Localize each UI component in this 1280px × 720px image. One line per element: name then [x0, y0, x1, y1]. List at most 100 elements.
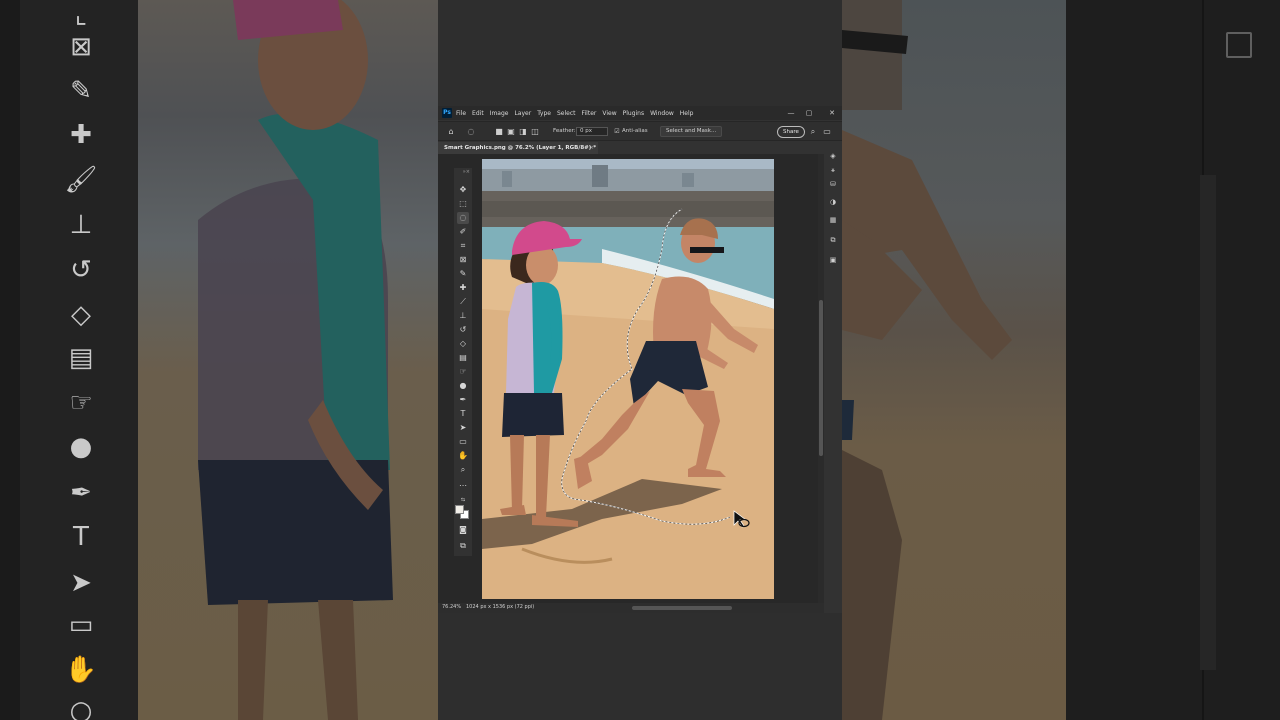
- layers-panel-icon: [1226, 32, 1252, 58]
- marquee-icon[interactable]: ⬚: [457, 198, 469, 210]
- photoshop-logo: Ps: [442, 108, 452, 118]
- brush-icon: 🖌: [64, 165, 98, 195]
- stamp-icon: ⊥: [69, 210, 93, 240]
- top-padding: [438, 0, 842, 106]
- document-dimensions: 1024 px x 1536 px (72 ppi): [466, 604, 535, 610]
- close-tab-icon[interactable]: ×: [589, 142, 594, 154]
- background-zoom-left: ⌞ ⊠ ✎ ✚ 🖌 ⊥ ↺ ◇ ▤ ☞ ● ✒ T ➤ ▭ ✋ ○: [0, 0, 438, 720]
- zoomed-photo-left: [138, 0, 438, 720]
- menu-image[interactable]: Image: [490, 110, 509, 117]
- smudge-icon: ☞: [69, 388, 93, 418]
- document-tab[interactable]: Smart Graphics.png @ 76.2% (Layer 1, RGB…: [438, 142, 598, 154]
- feather-label: Feather:: [553, 128, 576, 134]
- color-swatches[interactable]: [455, 505, 471, 521]
- home-icon[interactable]: ⌂: [446, 126, 456, 137]
- hand-icon[interactable]: ✋: [457, 450, 469, 462]
- libraries-icon[interactable]: ▦: [827, 214, 839, 226]
- frame-icon[interactable]: ⊠: [457, 254, 469, 266]
- quick-mask-icon[interactable]: ◙: [457, 524, 469, 536]
- intersect-selection-icon[interactable]: ◫: [530, 126, 540, 137]
- crop-icon[interactable]: ⌗: [457, 240, 469, 252]
- menu-filter[interactable]: Filter: [582, 110, 597, 117]
- smudge-icon[interactable]: ☞: [457, 366, 469, 378]
- lasso-icon[interactable]: ◌: [457, 212, 469, 224]
- menu-plugins[interactable]: Plugins: [623, 110, 645, 117]
- image-icon[interactable]: ▣: [827, 254, 839, 266]
- quick-select-icon[interactable]: ✐: [457, 226, 469, 238]
- menu-items: File Edit Image Layer Type Select Filter…: [456, 110, 699, 117]
- tools-panel-header[interactable]: »×: [454, 168, 472, 176]
- menu-bar: Ps File Edit Image Layer Type Select Fil…: [438, 106, 842, 120]
- rectangle-icon: ▭: [68, 610, 94, 640]
- document-canvas[interactable]: [482, 159, 774, 599]
- zoomed-photo-right: [842, 0, 1066, 720]
- layers-icon[interactable]: ◈: [827, 150, 839, 162]
- gradient-icon[interactable]: ▤: [457, 352, 469, 364]
- pen-icon[interactable]: ✒: [457, 394, 469, 406]
- feather-input[interactable]: 0 px: [576, 127, 608, 136]
- frame-tool-icon: ⊠: [70, 32, 92, 62]
- menu-file[interactable]: File: [456, 110, 466, 117]
- status-bar: 76.24% 1024 px x 1536 px (72 ppi): [438, 603, 824, 613]
- options-bar: ⌂ ◌ ■ ▣ ◨ ◫ Feather: 0 px ☑ Anti-alias S…: [438, 121, 842, 141]
- menu-window[interactable]: Window: [650, 110, 674, 117]
- horizontal-scroll-thumb[interactable]: [632, 606, 732, 610]
- girl-silhouette: [198, 0, 393, 720]
- zoom-icon[interactable]: ⌕: [457, 464, 469, 476]
- menu-edit[interactable]: Edit: [472, 110, 484, 117]
- dodge-icon: ●: [69, 432, 93, 462]
- minimize-button[interactable]: —: [784, 106, 798, 120]
- screen-mode-icon[interactable]: ⧉: [457, 540, 469, 552]
- hand-icon: ✋: [64, 655, 98, 685]
- gradient-icon: ▤: [68, 343, 94, 373]
- menu-help[interactable]: Help: [680, 110, 694, 117]
- eraser-icon: ◇: [71, 300, 91, 330]
- brush-icon[interactable]: ⟋: [457, 296, 469, 308]
- subtract-selection-icon[interactable]: ◨: [518, 126, 528, 137]
- workspace-icon[interactable]: ▭: [822, 126, 832, 137]
- channels-icon[interactable]: ⧉: [827, 234, 839, 246]
- type-icon[interactable]: T: [457, 408, 469, 420]
- history-brush-icon[interactable]: ↺: [457, 324, 469, 336]
- add-selection-icon[interactable]: ▣: [506, 126, 516, 137]
- rectangle-icon[interactable]: ▭: [457, 436, 469, 448]
- eyedropper-icon: ✎: [70, 76, 92, 106]
- antialias-label: Anti-alias: [622, 128, 648, 134]
- zoom-level[interactable]: 76.24%: [442, 604, 461, 610]
- adjustments-icon[interactable]: ⚹: [827, 164, 839, 176]
- more-icon[interactable]: ⋯: [457, 480, 469, 492]
- right-panel-icons: ◈ ⚹ ⛁ ◑ ▦ ⧉ ▣: [824, 148, 842, 273]
- beach-photo: [482, 159, 774, 599]
- menu-select[interactable]: Select: [557, 110, 576, 117]
- antialias-checkbox-icon[interactable]: ☑: [612, 126, 622, 137]
- menu-view[interactable]: View: [602, 110, 616, 117]
- eraser-icon[interactable]: ◇: [457, 338, 469, 350]
- move-icon[interactable]: ✥: [457, 184, 469, 196]
- new-selection-icon[interactable]: ■: [494, 126, 504, 137]
- dodge-icon[interactable]: ●: [457, 380, 469, 392]
- pen-icon: ✒: [70, 478, 92, 508]
- document-tab-title: Smart Graphics.png @ 76.2% (Layer 1, RGB…: [444, 145, 597, 151]
- vertical-scroll-thumb[interactable]: [819, 300, 823, 456]
- stamp-icon[interactable]: ⊥: [457, 310, 469, 322]
- menu-layer[interactable]: Layer: [514, 110, 531, 117]
- history-brush-icon: ↺: [70, 255, 92, 285]
- lasso-preset-icon[interactable]: ◌: [466, 126, 476, 137]
- type-icon: T: [73, 522, 89, 552]
- background-zoom-right: [842, 0, 1280, 720]
- zoom-icon: ○: [69, 696, 93, 720]
- menu-type[interactable]: Type: [537, 110, 551, 117]
- select-and-mask-button[interactable]: Select and Mask...: [660, 126, 723, 137]
- properties-icon[interactable]: ⛁: [827, 178, 839, 190]
- healing-icon[interactable]: ✚: [457, 282, 469, 294]
- search-icon[interactable]: ⌕: [808, 126, 818, 137]
- foreground-color-swatch[interactable]: [455, 505, 464, 514]
- path-select-icon: ➤: [70, 568, 92, 598]
- share-button[interactable]: Share: [777, 126, 805, 138]
- close-window-button[interactable]: ✕: [825, 106, 839, 120]
- color-icon[interactable]: ◑: [827, 196, 839, 208]
- path-select-icon[interactable]: ➤: [457, 422, 469, 434]
- maximize-button[interactable]: ▢: [802, 106, 816, 120]
- eyedropper-icon[interactable]: ✎: [457, 268, 469, 280]
- bottom-padding: [438, 613, 842, 720]
